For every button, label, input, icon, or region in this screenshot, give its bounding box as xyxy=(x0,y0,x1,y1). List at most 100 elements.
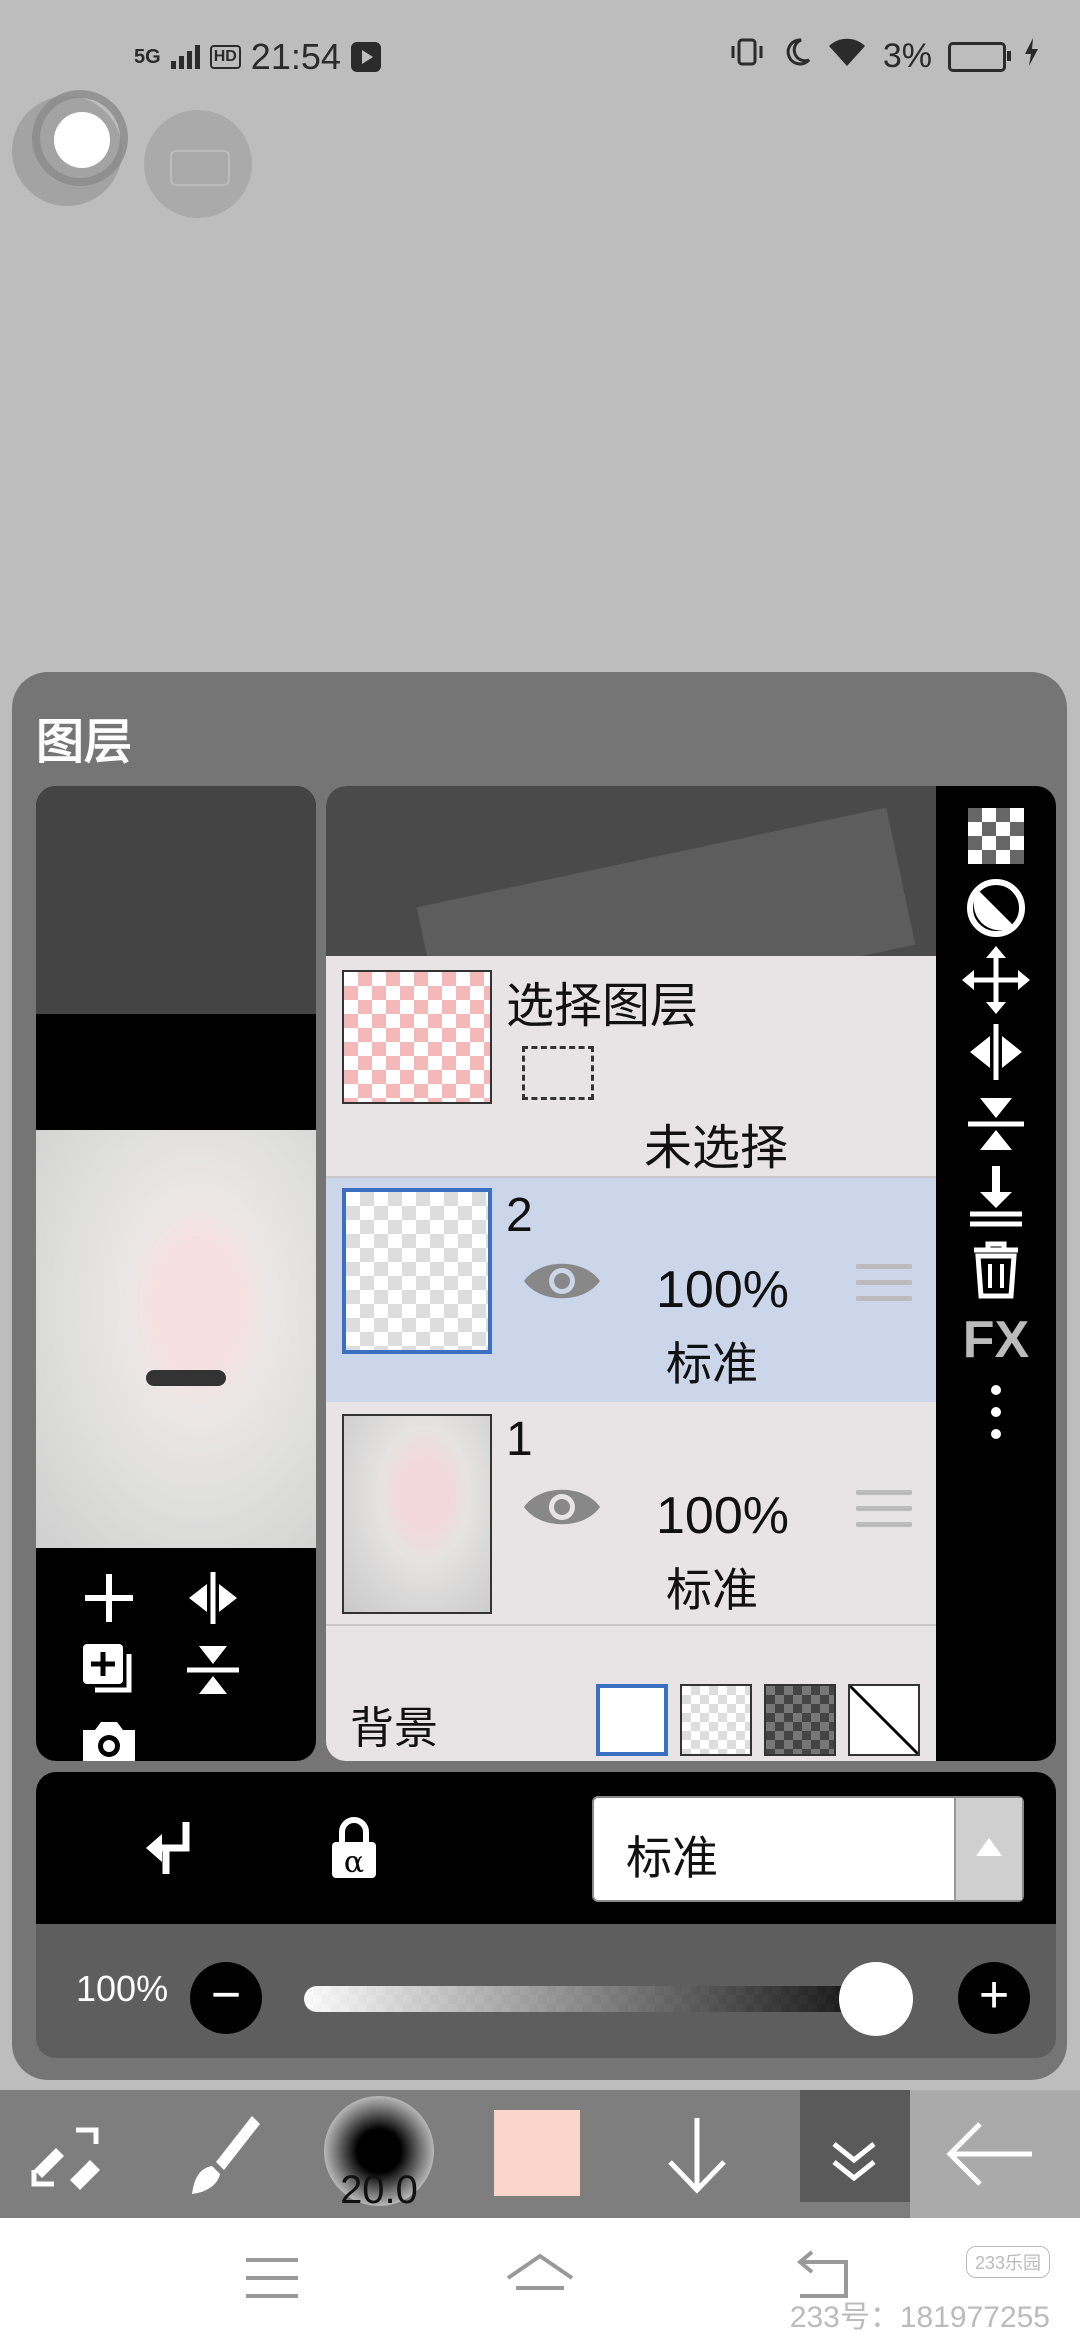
blend-mode-label: 标准 xyxy=(626,1832,718,1884)
duplicate-layer-button[interactable] xyxy=(74,1638,144,1708)
camera-icon xyxy=(83,1722,135,1761)
battery-icon xyxy=(948,41,1011,72)
chevron-up-icon xyxy=(954,1798,1022,1900)
eye-icon[interactable] xyxy=(522,1482,602,1532)
home-icon xyxy=(506,2253,574,2290)
selection-state: 未选择 xyxy=(644,1122,789,1175)
layer-1-opacity: 100% xyxy=(656,1487,789,1545)
system-nav-bar: 233乐园 233号：181977255 xyxy=(0,2218,1080,2340)
battery-percent: 3% xyxy=(882,37,932,75)
signal-icon xyxy=(170,45,200,69)
selection-layer-row[interactable]: 选择图层 未选择 xyxy=(326,956,936,1178)
color-picker-button[interactable] xyxy=(494,2110,580,2196)
layer-list: 选择图层 未选择 2 100% 标准 1 100% 标准 背景 xyxy=(326,786,936,1761)
layer-side-tools: FX xyxy=(936,786,1056,1761)
brush-size-value: 20.0 xyxy=(340,2168,418,2212)
selection-layer-thumbnail xyxy=(342,970,492,1104)
more-options-button[interactable] xyxy=(960,1376,1032,1448)
flip-vertical-icon xyxy=(187,1646,239,1694)
status-left: 5G HD 21:54 xyxy=(134,36,381,78)
flip-layer-horizontal-button[interactable] xyxy=(960,1016,1032,1088)
layer-row-2[interactable]: 2 100% 标准 xyxy=(326,1178,936,1404)
flip-canvas-horizontal-button[interactable] xyxy=(178,1566,248,1636)
float-handle-dot[interactable] xyxy=(54,112,110,168)
layer-panel: 图层 选择图层 未选择 2 100% 标准 1 100% 标准 背景 FX α … xyxy=(12,672,1067,2080)
preview-dark-area xyxy=(36,786,316,1014)
panel-title: 图层 xyxy=(36,716,133,769)
brush-button[interactable] xyxy=(178,2110,268,2200)
back-button[interactable] xyxy=(910,2090,1080,2218)
arrow-left-icon xyxy=(946,2122,1032,2186)
flip-layer-vertical-button[interactable] xyxy=(960,1088,1032,1160)
background-label: 背景 xyxy=(350,1704,438,1753)
screen-icon xyxy=(170,150,230,186)
status-bar: 5G HD 21:54 3% xyxy=(0,0,1080,120)
flip-canvas-vertical-button[interactable] xyxy=(178,1638,248,1708)
layer-2-thumbnail xyxy=(342,1188,492,1354)
menu-icon xyxy=(246,2258,298,2298)
opacity-decrease-button[interactable]: − xyxy=(190,1962,262,2034)
flip-horizontal-icon xyxy=(970,1024,1022,1080)
layer-2-opacity: 100% xyxy=(656,1261,789,1319)
fx-button[interactable]: FX xyxy=(960,1304,1032,1376)
opacity-slider-knob[interactable] xyxy=(838,1962,913,2036)
opacity-control: 100% − + xyxy=(36,1924,1056,2058)
opacity-increase-button[interactable]: + xyxy=(958,1962,1030,2034)
camera-button[interactable] xyxy=(74,1710,144,1761)
vibrate-icon xyxy=(729,36,765,77)
delete-layer-button[interactable] xyxy=(960,1232,1032,1304)
flip-horizontal-icon xyxy=(189,1572,237,1624)
merge-down-icon xyxy=(970,1166,1022,1227)
opacity-slider[interactable] xyxy=(304,1986,894,2012)
menu-nav-button[interactable] xyxy=(232,2248,312,2308)
drag-handle-icon[interactable] xyxy=(856,1490,912,1538)
arrow-down-icon xyxy=(668,2118,726,2194)
home-nav-button[interactable] xyxy=(500,2248,580,2308)
opacity-value: 100% xyxy=(76,1968,169,2009)
hd-badge: HD xyxy=(209,45,241,69)
layer-2-mode: 标准 xyxy=(666,1338,758,1390)
alpha-lock-button[interactable]: α xyxy=(314,1808,394,1888)
eye-icon[interactable] xyxy=(522,1256,602,1306)
layer-2-name: 2 xyxy=(506,1189,533,1242)
tool-switch-button[interactable] xyxy=(20,2110,110,2200)
charging-icon xyxy=(1022,36,1040,77)
invert-icon xyxy=(967,879,1025,937)
clock: 21:54 xyxy=(250,36,341,77)
background-custom-option[interactable] xyxy=(848,1684,920,1756)
clipping-button[interactable] xyxy=(130,1808,210,1888)
layer-panel-toggle[interactable] xyxy=(800,2090,910,2202)
list-header-area xyxy=(326,786,936,1045)
background-transparent-dark-option[interactable] xyxy=(764,1684,836,1756)
preview-artwork xyxy=(36,1130,316,1548)
wifi-icon xyxy=(827,36,867,77)
more-icon xyxy=(991,1385,1001,1439)
transparency-lock-button[interactable] xyxy=(960,800,1032,872)
plus-icon xyxy=(85,1574,133,1622)
layer-row-1[interactable]: 1 100% 标准 xyxy=(326,1402,936,1626)
selection-layer-name: 选择图层 xyxy=(506,980,699,1033)
layer-down-button[interactable] xyxy=(652,2110,742,2200)
invert-button[interactable] xyxy=(960,872,1032,944)
blend-mode-select[interactable]: 标准 xyxy=(592,1796,1024,1902)
background-white-option[interactable] xyxy=(596,1684,668,1756)
duplicate-icon xyxy=(83,1644,132,1693)
merge-down-button[interactable] xyxy=(960,1160,1032,1232)
canvas-preview[interactable] xyxy=(36,786,316,1761)
checker-icon xyxy=(968,808,1024,864)
add-layer-button[interactable] xyxy=(74,1566,144,1636)
double-chevron-down-icon xyxy=(832,2142,876,2182)
background-transparent-light-option[interactable] xyxy=(680,1684,752,1756)
clipping-icon xyxy=(146,1822,190,1874)
drag-handle-icon[interactable] xyxy=(856,1264,912,1312)
selection-marquee-icon xyxy=(522,1046,594,1100)
media-icon xyxy=(350,42,381,72)
layer-1-mode: 标准 xyxy=(666,1564,758,1616)
watermark-text: 233号：181977255 xyxy=(789,2301,1050,2334)
move-layer-button[interactable] xyxy=(960,944,1032,1016)
flip-vertical-icon xyxy=(968,1098,1024,1150)
move-icon xyxy=(962,946,1030,1014)
brush-size-button[interactable]: 20.0 xyxy=(324,2096,434,2212)
bottom-toolbar: 20.0 xyxy=(0,2090,1080,2218)
preview-tools xyxy=(36,1548,316,1761)
